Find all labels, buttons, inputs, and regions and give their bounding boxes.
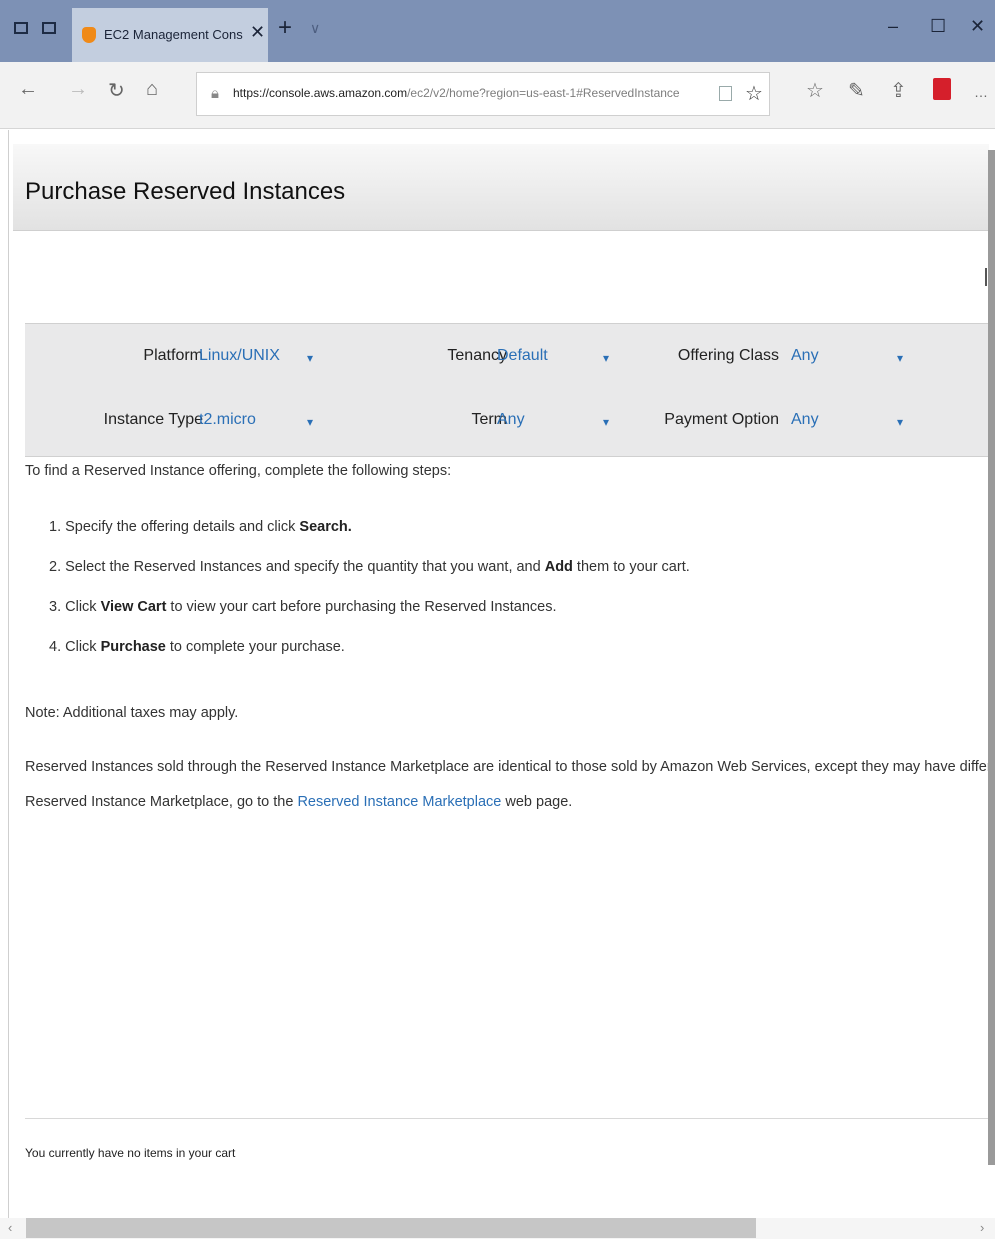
tab-preview-chevron-icon[interactable]: ∨ — [310, 20, 320, 37]
marketplace-text-2: Reserved Instance Marketplace, go to the… — [25, 794, 573, 810]
offering-class-select[interactable]: Any — [791, 347, 819, 365]
favorite-star-icon[interactable]: ☆ — [745, 81, 763, 106]
page-header: Purchase Reserved Instances — [13, 144, 989, 231]
lock-icon: 🔒︎ — [211, 85, 219, 102]
instance-type-label: Instance Type — [103, 411, 203, 428]
new-tab-icon[interactable]: + — [278, 14, 292, 42]
instance-type-chevron-down-icon[interactable]: ▾ — [307, 415, 313, 429]
instance-type-select[interactable]: t2.micro — [199, 411, 256, 429]
step-4: 4. Click Purchase to complete your purch… — [49, 639, 345, 655]
payment-option-select[interactable]: Any — [791, 411, 819, 429]
horizontal-scrollbar[interactable]: ‹ › — [0, 1218, 995, 1239]
browser-tab-active[interactable]: EC2 Management Cons ✕ — [72, 8, 268, 62]
horizontal-scroll-thumb[interactable] — [26, 1218, 756, 1238]
url-text: https://console.aws.amazon.com/ec2/v2/ho… — [233, 86, 680, 100]
offering-class-label: Offering Class — [677, 347, 779, 364]
browser-toolbar: ← → ↻ ⌂ 🔒︎ https://console.aws.amazon.co… — [0, 62, 995, 129]
tenancy-chevron-down-icon[interactable]: ▾ — [603, 351, 609, 365]
window-maximize-icon[interactable]: ☐ — [930, 16, 946, 37]
term-select[interactable]: Any — [497, 411, 525, 429]
platform-chevron-down-icon[interactable]: ▾ — [307, 351, 313, 365]
marketplace-link[interactable]: Reserved Instance Marketplace — [297, 794, 501, 810]
home-icon[interactable]: ⌂ — [146, 78, 158, 101]
marketplace-text: Reserved Instances sold through the Rese… — [25, 759, 989, 775]
set-tabs-aside-icon[interactable] — [42, 22, 56, 34]
payment-option-label: Payment Option — [664, 411, 779, 428]
tab-title: EC2 Management Cons — [104, 27, 243, 42]
step-1: 1. Specify the offering details and clic… — [49, 519, 352, 535]
step-3: 3. Click View Cart to view your cart bef… — [49, 599, 557, 615]
cart-divider — [25, 1118, 989, 1119]
notes-pen-icon[interactable]: ✎ — [848, 78, 865, 103]
aws-favicon-icon — [82, 27, 96, 43]
browser-titlebar: EC2 Management Cons ✕ + ∨ – ☐ ✕ — [0, 0, 995, 62]
share-icon[interactable]: ⇪ — [890, 78, 907, 103]
extension-icon[interactable] — [933, 78, 951, 100]
address-bar[interactable]: 🔒︎ https://console.aws.amazon.com/ec2/v2… — [196, 72, 770, 116]
scroll-right-arrow-icon[interactable]: › — [980, 1220, 984, 1235]
scroll-left-arrow-icon[interactable]: ‹ — [8, 1220, 12, 1235]
refresh-icon[interactable]: ↻ — [108, 78, 125, 103]
more-menu-icon[interactable]: … — [974, 84, 988, 100]
platform-label: Platform — [143, 347, 203, 364]
offering-class-chevron-down-icon[interactable]: ▾ — [897, 351, 903, 365]
reading-view-icon[interactable] — [719, 86, 732, 101]
resize-handle[interactable] — [985, 268, 987, 286]
vertical-scrollbar[interactable] — [988, 150, 995, 1165]
favorites-icon[interactable]: ☆ — [806, 78, 824, 103]
platform-select[interactable]: Linux/UNIX — [199, 347, 280, 365]
term-chevron-down-icon[interactable]: ▾ — [603, 415, 609, 429]
payment-option-chevron-down-icon[interactable]: ▾ — [897, 415, 903, 429]
page-title: Purchase Reserved Instances — [25, 178, 346, 205]
window-close-icon[interactable]: ✕ — [970, 16, 985, 37]
filter-panel: Platform Linux/UNIX ▾ Tenancy Default ▾ … — [25, 323, 989, 457]
tab-actions-icon[interactable] — [14, 22, 28, 34]
window-minimize-icon[interactable]: – — [888, 16, 898, 37]
tax-note: Note: Additional taxes may apply. — [25, 705, 239, 721]
cart-status: You currently have no items in your cart — [25, 1146, 236, 1160]
tenancy-select[interactable]: Default — [497, 347, 548, 365]
instructions-intro: To find a Reserved Instance offering, co… — [25, 463, 452, 479]
page-viewport: Purchase Reserved Instances Platform Lin… — [8, 130, 989, 1239]
tab-close-icon[interactable]: ✕ — [250, 22, 265, 43]
step-2: 2. Select the Reserved Instances and spe… — [49, 559, 690, 575]
back-arrow-icon[interactable]: ← — [18, 78, 38, 101]
forward-arrow-icon[interactable]: → — [68, 78, 88, 101]
